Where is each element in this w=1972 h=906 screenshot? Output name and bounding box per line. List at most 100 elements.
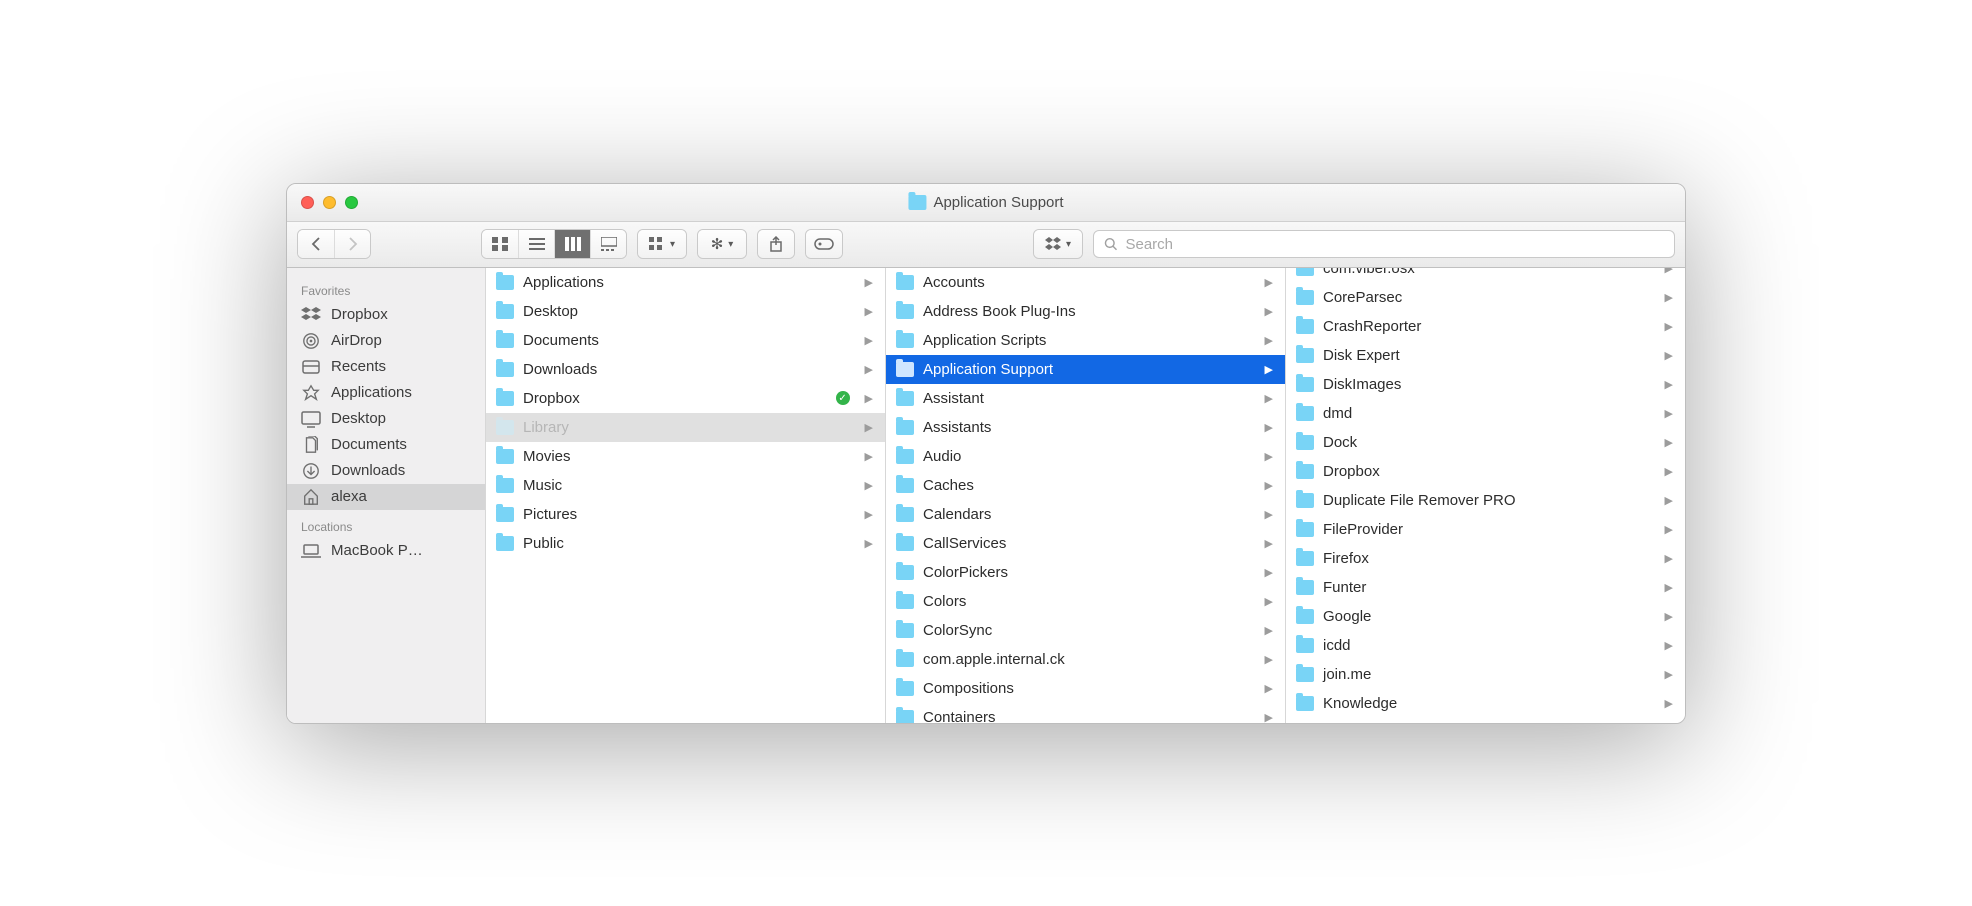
sidebar-item-label: Recents: [331, 358, 386, 375]
forward-button[interactable]: [334, 230, 370, 258]
folder-row[interactable]: Pictures▶: [486, 500, 885, 529]
folder-row[interactable]: Dock▶: [1286, 428, 1685, 457]
column-1[interactable]: Accounts▶Address Book Plug-Ins▶Applicati…: [886, 268, 1286, 723]
search-input[interactable]: [1125, 236, 1664, 253]
folder-row[interactable]: CallServices▶: [886, 529, 1285, 558]
folder-icon: [1296, 580, 1314, 595]
folder-row[interactable]: Dropbox✓▶: [486, 384, 885, 413]
sidebar-item-applications[interactable]: Applications: [287, 380, 485, 406]
folder-row[interactable]: Containers▶: [886, 703, 1285, 723]
folder-label: CallServices: [923, 535, 1006, 552]
sidebar-item-downloads[interactable]: Downloads: [287, 458, 485, 484]
folder-row[interactable]: Colors▶: [886, 587, 1285, 616]
sidebar-item-macbook-p-[interactable]: MacBook P…: [287, 538, 485, 564]
folder-row[interactable]: join.me▶: [1286, 660, 1685, 689]
folder-row[interactable]: Assistant▶: [886, 384, 1285, 413]
search-field[interactable]: [1093, 230, 1675, 258]
folder-label: Audio: [923, 448, 961, 465]
chevron-right-icon: ▶: [865, 276, 873, 289]
sidebar-item-label: Desktop: [331, 410, 386, 427]
sidebar-item-documents[interactable]: Documents: [287, 432, 485, 458]
sidebar-item-recents[interactable]: Recents: [287, 354, 485, 380]
folder-label: Calendars: [923, 506, 991, 523]
titlebar[interactable]: Application Support: [287, 184, 1685, 222]
dropbox-icon: [301, 306, 321, 324]
folder-icon: [896, 275, 914, 290]
sidebar-item-airdrop[interactable]: AirDrop: [287, 328, 485, 354]
folder-row[interactable]: Address Book Plug-Ins▶: [886, 297, 1285, 326]
folder-label: Knowledge: [1323, 695, 1397, 712]
folder-row[interactable]: com.apple.internal.ck▶: [886, 645, 1285, 674]
folder-row[interactable]: FileProvider▶: [1286, 515, 1685, 544]
tags-button[interactable]: [806, 230, 842, 258]
folder-row[interactable]: ColorSync▶: [886, 616, 1285, 645]
folder-row[interactable]: DiskImages▶: [1286, 370, 1685, 399]
sidebar[interactable]: FavoritesDropboxAirDrop Recents Applicatio…: [287, 268, 486, 723]
folder-row[interactable]: Firefox▶: [1286, 544, 1685, 573]
sidebar-item-desktop[interactable]: Desktop: [287, 406, 485, 432]
folder-row[interactable]: dmd▶: [1286, 399, 1685, 428]
folder-icon: [896, 565, 914, 580]
folder-row[interactable]: CoreParsec▶: [1286, 283, 1685, 312]
chevron-right-icon: ▶: [1665, 320, 1673, 333]
folder-row[interactable]: Google▶: [1286, 602, 1685, 631]
folder-icon: [908, 195, 926, 210]
folder-row[interactable]: Desktop▶: [486, 297, 885, 326]
folder-row[interactable]: Compositions▶: [886, 674, 1285, 703]
folder-label: Desktop: [523, 303, 578, 320]
action-button[interactable]: ✻▾: [698, 230, 746, 258]
folder-row[interactable]: Public▶: [486, 529, 885, 558]
folder-row[interactable]: Documents▶: [486, 326, 885, 355]
folder-icon: [1296, 435, 1314, 450]
folder-row[interactable]: Disk Expert▶: [1286, 341, 1685, 370]
column-2[interactable]: com.viber.osx▶CoreParsec▶CrashReporter▶D…: [1286, 268, 1685, 723]
folder-row[interactable]: Application Support▶: [886, 355, 1285, 384]
sidebar-heading: Favorites: [287, 274, 485, 302]
gallery-view-button[interactable]: [590, 230, 626, 258]
column-view-button[interactable]: [554, 230, 590, 258]
folder-row[interactable]: icdd▶: [1286, 631, 1685, 660]
arrange-button[interactable]: ▾: [638, 230, 686, 258]
folder-label: com.viber.osx: [1323, 268, 1415, 277]
close-button[interactable]: [301, 196, 314, 209]
icon-view-button[interactable]: [482, 230, 518, 258]
folder-row[interactable]: Dropbox▶: [1286, 457, 1685, 486]
list-view-button[interactable]: [518, 230, 554, 258]
folder-row[interactable]: Accounts▶: [886, 268, 1285, 297]
folder-row[interactable]: Funter▶: [1286, 573, 1685, 602]
folder-row[interactable]: Knowledge▶: [1286, 689, 1685, 718]
sidebar-item-alexa[interactable]: alexa: [287, 484, 485, 510]
folder-row[interactable]: com.viber.osx▶: [1286, 268, 1685, 283]
folder-row[interactable]: Library▶: [486, 413, 885, 442]
minimize-button[interactable]: [323, 196, 336, 209]
folder-row[interactable]: Calendars▶: [886, 500, 1285, 529]
dropbox-toolbar-button[interactable]: ▾: [1034, 230, 1082, 258]
folder-label: Dropbox: [523, 390, 580, 407]
folder-row[interactable]: Audio ▶: [886, 442, 1285, 471]
folder-row[interactable]: Music▶: [486, 471, 885, 500]
folder-row[interactable]: Duplicate File Remover PRO▶: [1286, 486, 1685, 515]
folder-icon: [496, 333, 514, 348]
maximize-button[interactable]: [345, 196, 358, 209]
folder-row[interactable]: Caches▶: [886, 471, 1285, 500]
folder-row[interactable]: Applications ▶: [486, 268, 885, 297]
folder-icon: [896, 652, 914, 667]
folder-icon: [896, 623, 914, 638]
folder-row[interactable]: Downloads▶: [486, 355, 885, 384]
folder-icon: [896, 710, 914, 723]
sidebar-item-dropbox[interactable]: Dropbox: [287, 302, 485, 328]
chevron-right-icon: ▶: [1665, 349, 1673, 362]
back-button[interactable]: [298, 230, 334, 258]
folder-row[interactable]: Assistants▶: [886, 413, 1285, 442]
folder-row[interactable]: Movies▶: [486, 442, 885, 471]
chevron-right-icon: ▶: [1265, 305, 1273, 318]
column-0[interactable]: Applications ▶ Desktop▶Documents▶Downloads…: [486, 268, 886, 723]
folder-row[interactable]: CrashReporter▶: [1286, 312, 1685, 341]
chevron-right-icon: ▶: [1265, 711, 1273, 723]
chevron-right-icon: ▶: [1265, 450, 1273, 463]
folder-row[interactable]: ColorPickers▶: [886, 558, 1285, 587]
window-title-text: Application Support: [933, 194, 1063, 211]
share-button[interactable]: [758, 230, 794, 258]
folder-row[interactable]: Application Scripts▶: [886, 326, 1285, 355]
folder-label: Applications: [523, 274, 604, 291]
